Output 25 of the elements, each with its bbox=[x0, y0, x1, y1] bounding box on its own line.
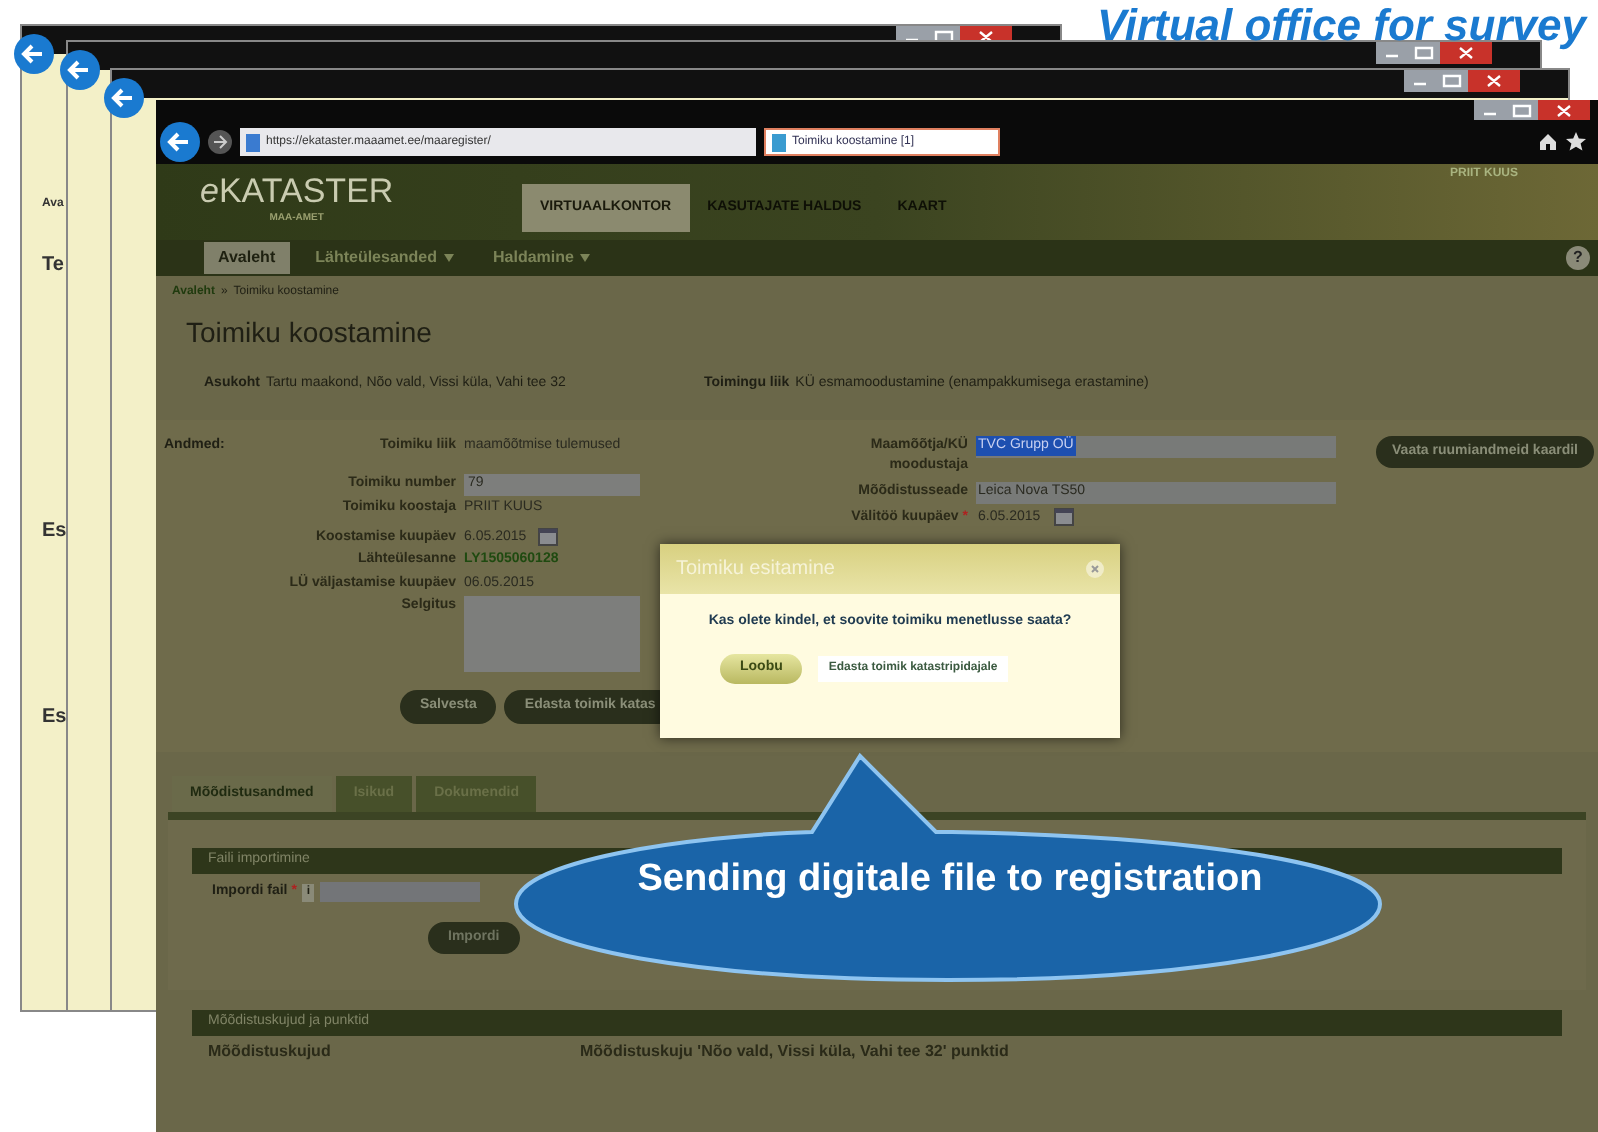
menu-item[interactable]: Avaleht bbox=[204, 242, 290, 274]
menu-item[interactable]: Lähteülesanded bbox=[301, 242, 468, 274]
caret-icon bbox=[443, 254, 454, 262]
menu-item[interactable]: Haldamine bbox=[479, 242, 604, 274]
window-controls-icon[interactable] bbox=[1474, 100, 1590, 122]
dialog-title: Toimiku esitamine bbox=[676, 556, 835, 584]
page-icon bbox=[772, 133, 786, 151]
page-title: Toimiku koostamine bbox=[186, 314, 434, 352]
slide-title: Virtual office for survey bbox=[1094, 0, 1586, 52]
callout-text: Sending digitale file to registration bbox=[635, 856, 1265, 904]
star-icon[interactable] bbox=[1566, 132, 1586, 152]
page-icon bbox=[246, 133, 260, 151]
page-text: Te bbox=[42, 252, 64, 280]
calendar-icon[interactable] bbox=[1054, 508, 1075, 527]
column-header: Mõõdistuskuju 'Nõo vald, Vissi küla, Vahi tee 32' punktid bbox=[580, 1040, 1009, 1064]
page-text: Es bbox=[42, 704, 67, 732]
forward-arrow-icon[interactable] bbox=[208, 130, 232, 154]
column-header: Mõõdistuskujud bbox=[208, 1040, 333, 1064]
site-logo[interactable]: eKATASTER bbox=[200, 172, 394, 212]
calendar-icon[interactable] bbox=[538, 528, 559, 547]
home-icon[interactable] bbox=[1538, 132, 1558, 152]
page-text: Es bbox=[42, 518, 67, 546]
help-button[interactable]: ? bbox=[1566, 246, 1590, 270]
file-input[interactable] bbox=[320, 882, 481, 903]
caret-icon bbox=[579, 254, 590, 262]
